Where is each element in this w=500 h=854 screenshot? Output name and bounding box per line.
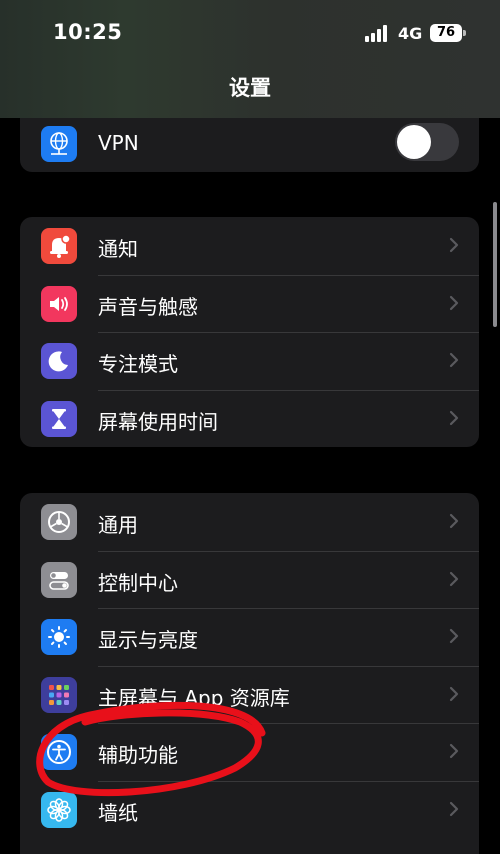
chevron-right-icon — [449, 237, 459, 253]
settings-row-accessibility[interactable]: 辅助功能 — [20, 723, 479, 781]
settings-row-label: 辅助功能 — [98, 743, 178, 767]
cellular-signal-icon — [365, 24, 391, 42]
settings-row-screen-time[interactable]: 屏幕使用时间 — [20, 389, 479, 448]
flower-icon — [41, 791, 77, 828]
settings-row-label: 专注模式 — [98, 352, 178, 376]
status-time: 10:25 — [53, 20, 123, 44]
settings-row-display[interactable]: 显示与亮度 — [20, 608, 479, 666]
chevron-right-icon — [449, 801, 459, 816]
chevron-right-icon — [449, 352, 459, 368]
chevron-right-icon — [449, 410, 459, 425]
settings-row-label: 通知 — [98, 237, 138, 261]
battery-icon: 76 — [430, 24, 462, 42]
chevron-right-icon — [449, 513, 459, 529]
settings-row-label: VPN — [98, 131, 139, 155]
app-grid-icon — [41, 676, 77, 713]
settings-row-label: 主屏幕与 App 资源库 — [98, 685, 290, 710]
settings-screen: 10:25 4G 76 设置 VPN 通知 声音与触感 专注模式 屏幕使用时间 … — [0, 0, 500, 854]
settings-row-control-center[interactable]: 控制中心 — [20, 550, 479, 609]
chevron-right-icon — [449, 571, 459, 586]
settings-row-home-screen[interactable]: 主屏幕与 App 资源库 — [20, 665, 479, 724]
bell-icon — [41, 228, 77, 264]
accessibility-icon — [41, 734, 77, 770]
vpn-globe-icon — [41, 126, 77, 162]
vpn-toggle[interactable] — [395, 123, 459, 161]
settings-row-label: 屏幕使用时间 — [98, 409, 218, 434]
chevron-right-icon — [449, 295, 459, 310]
settings-row-general[interactable]: 通用 — [20, 493, 479, 551]
settings-row-label: 墙纸 — [98, 800, 138, 825]
moon-icon — [41, 343, 77, 379]
status-bar: 10:25 4G 76 — [0, 0, 500, 62]
toggle-knob — [397, 125, 431, 159]
page-title: 设置 — [229, 76, 271, 100]
battery-nub — [463, 30, 466, 36]
settings-row-focus[interactable]: 专注模式 — [20, 332, 479, 390]
speaker-icon — [41, 285, 77, 322]
gear-icon — [41, 504, 77, 540]
settings-row-notifications[interactable]: 通知 — [20, 217, 479, 275]
vertical-scrollbar[interactable] — [493, 202, 497, 327]
settings-group-general: 通用 控制中心 显示与亮度 主屏幕与 App 资源库 辅助功能 墙纸 — [20, 493, 479, 854]
settings-row-label: 显示与亮度 — [98, 628, 198, 652]
switches-icon — [41, 561, 77, 598]
sun-icon — [41, 619, 77, 655]
chevron-right-icon — [449, 686, 459, 701]
settings-row-wallpaper[interactable]: 墙纸 — [20, 780, 479, 839]
settings-row-sounds[interactable]: 声音与触感 — [20, 274, 479, 333]
settings-group-notifications: 通知 声音与触感 专注模式 屏幕使用时间 — [20, 217, 479, 447]
chevron-right-icon — [449, 628, 459, 644]
chevron-right-icon — [449, 743, 459, 759]
settings-row-label: 控制中心 — [98, 570, 178, 595]
network-type: 4G — [398, 24, 423, 43]
settings-row-label: 声音与触感 — [98, 294, 198, 319]
settings-row-label: 通用 — [98, 513, 138, 537]
hourglass-icon — [41, 400, 77, 437]
